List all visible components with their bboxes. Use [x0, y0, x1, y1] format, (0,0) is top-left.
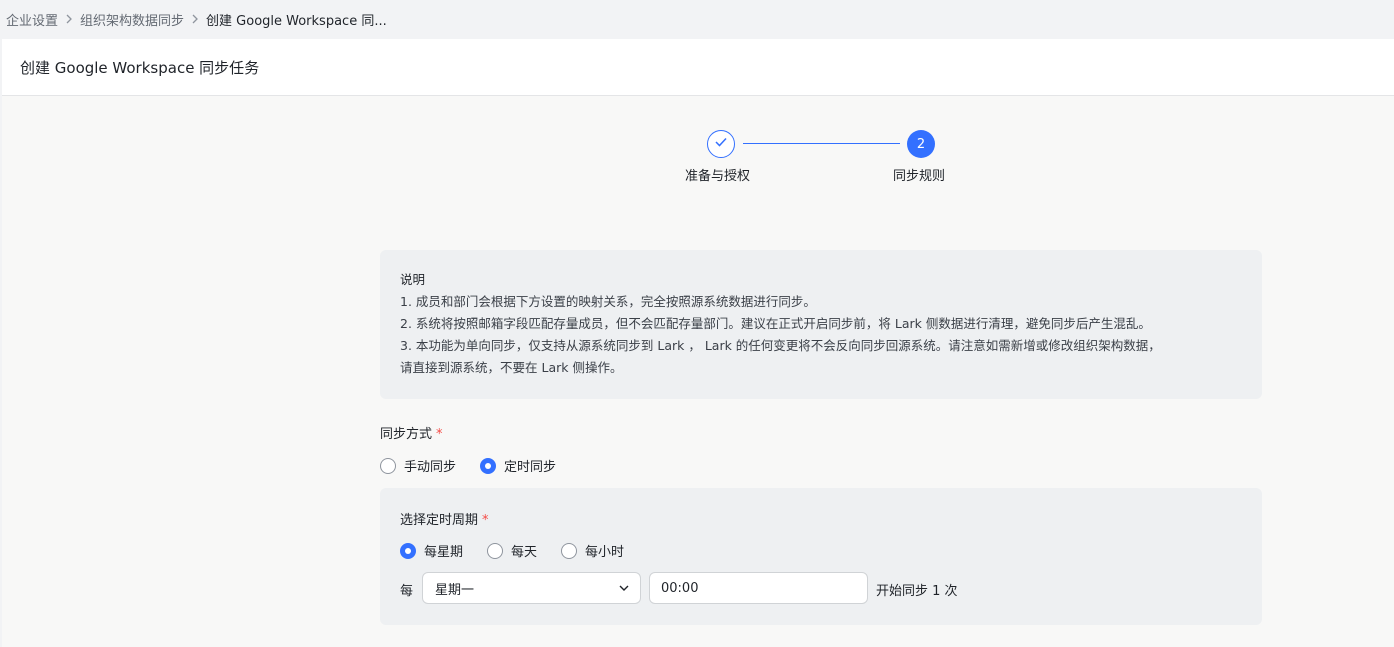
schedule-period-label: 选择定时周期 * — [400, 509, 489, 528]
chevron-down-icon — [618, 582, 630, 598]
required-mark: * — [482, 513, 489, 528]
radio-circle[interactable] — [561, 542, 578, 559]
sync-mode-label-text: 同步方式 — [380, 427, 433, 442]
main-panel: 创建 Google Workspace 同步任务 2 准备与授权 同步规则 说明… — [2, 39, 1394, 647]
sync-mode-radio-group: 手动同步 定时同步 — [380, 456, 580, 475]
schedule-box: 选择定时周期 * 每星期 每天 每小时 每 星期一 00:00 开始同步 1 次 — [380, 488, 1262, 625]
schedule-period-radio-group: 每星期 每天 每小时 — [400, 541, 648, 560]
notice-line: 3. 本功能为单向同步，仅支持从源系统同步到 Lark ， Lark 的任何变更… — [400, 338, 1161, 353]
schedule-period-label-text: 选择定时周期 — [400, 513, 479, 528]
radio-circle-checked[interactable] — [400, 542, 416, 559]
radio-weekly[interactable]: 每星期 — [400, 541, 463, 560]
notice-title: 说明 — [400, 272, 426, 287]
radio-circle[interactable] — [380, 457, 396, 474]
breadcrumb: 企业设置 组织架构数据同步 创建 Google Workspace 同... — [0, 0, 1394, 38]
check-icon — [714, 136, 728, 152]
required-mark: * — [436, 427, 443, 442]
notice-line: 1. 成员和部门会根据下方设置的映射关系，完全按照源系统数据进行同步。 — [400, 294, 816, 309]
radio-label: 每星期 — [424, 545, 464, 560]
step-2-indicator: 2 — [907, 130, 935, 158]
weekday-select[interactable]: 星期一 — [422, 572, 641, 604]
step-1-label: 准备与授权 — [685, 169, 751, 184]
chevron-right-icon — [184, 11, 206, 27]
radio-hourly[interactable]: 每小时 — [561, 541, 624, 560]
step-1-indicator — [707, 130, 735, 158]
radio-label: 每天 — [511, 545, 538, 560]
step-connector — [743, 143, 900, 144]
notice-line: 请直接到源系统，不要在 Lark 侧操作。 — [400, 360, 623, 375]
notice-box: 说明 1. 成员和部门会根据下方设置的映射关系，完全按照源系统数据进行同步。 2… — [380, 250, 1262, 399]
radio-label: 定时同步 — [504, 460, 557, 475]
step-2-label: 同步规则 — [893, 169, 946, 184]
radio-label: 每小时 — [585, 545, 625, 560]
breadcrumb-item-enterprise-settings[interactable]: 企业设置 — [6, 10, 58, 29]
radio-scheduled-sync[interactable]: 定时同步 — [480, 456, 556, 475]
breadcrumb-item-current: 创建 Google Workspace 同... — [206, 13, 387, 29]
sync-frequency-suffix: 开始同步 1 次 — [876, 584, 958, 599]
notice-line: 2. 系统将按照邮箱字段匹配存量成员，但不会匹配存量部门。建议在正式开启同步前，… — [400, 316, 1151, 331]
page-title: 创建 Google Workspace 同步任务 — [2, 39, 1394, 96]
radio-circle[interactable] — [487, 542, 504, 559]
radio-circle-checked[interactable] — [480, 457, 497, 474]
radio-daily[interactable]: 每天 — [487, 541, 537, 560]
time-input[interactable] — [649, 572, 868, 604]
weekday-select-value: 星期一 — [435, 582, 475, 598]
every-prefix: 每 — [400, 584, 414, 599]
sync-mode-label: 同步方式 * — [380, 423, 443, 442]
chevron-right-icon — [58, 11, 80, 27]
breadcrumb-item-org-sync[interactable]: 组织架构数据同步 — [80, 10, 184, 29]
radio-label: 手动同步 — [404, 460, 457, 475]
panel-body: 2 准备与授权 同步规则 说明 1. 成员和部门会根据下方设置的映射关系，完全按… — [2, 96, 1394, 647]
radio-manual-sync[interactable]: 手动同步 — [380, 456, 456, 475]
